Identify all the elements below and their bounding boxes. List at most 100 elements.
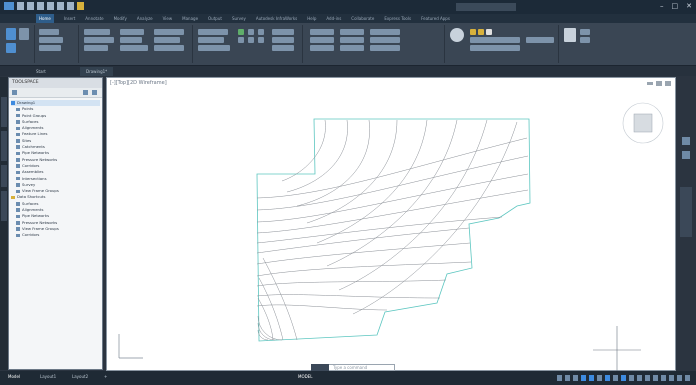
layer-on-icon[interactable] bbox=[470, 29, 476, 35]
polar-icon[interactable] bbox=[581, 375, 586, 381]
points-button[interactable] bbox=[39, 29, 59, 35]
snap-icon[interactable] bbox=[565, 375, 570, 381]
tab-help[interactable]: Help bbox=[307, 14, 316, 23]
pipe-network-button[interactable] bbox=[154, 45, 184, 51]
viewcube-face[interactable] bbox=[633, 113, 653, 133]
settings-tab[interactable] bbox=[1, 131, 7, 161]
new-icon[interactable] bbox=[17, 2, 24, 10]
feature-line-button[interactable] bbox=[84, 37, 114, 43]
view-dropdown-icon[interactable] bbox=[12, 90, 17, 95]
move-button[interactable] bbox=[272, 29, 294, 35]
arc-icon[interactable] bbox=[258, 29, 264, 35]
toolbox-tab[interactable] bbox=[1, 191, 7, 221]
palettes-button[interactable] bbox=[6, 43, 16, 53]
polyline-icon[interactable] bbox=[248, 37, 254, 43]
match-properties-button[interactable] bbox=[526, 37, 554, 43]
corridor-button[interactable] bbox=[120, 45, 148, 51]
cut-icon[interactable] bbox=[580, 29, 590, 35]
viewport-close-icon[interactable] bbox=[665, 81, 671, 86]
rotate-button[interactable] bbox=[272, 45, 294, 51]
refresh-icon[interactable] bbox=[83, 90, 88, 95]
fillet-button[interactable] bbox=[340, 29, 364, 35]
nav-bar-tools[interactable] bbox=[680, 187, 692, 237]
tab-addins[interactable]: Add-ins bbox=[326, 14, 341, 23]
layer-match-dropdown[interactable] bbox=[470, 45, 520, 51]
pan-icon[interactable] bbox=[682, 137, 690, 145]
copy-clip-icon[interactable] bbox=[580, 37, 590, 43]
tab-layout1[interactable]: Layout1 bbox=[40, 374, 56, 379]
customization-icon[interactable] bbox=[685, 375, 690, 381]
layer-dropdown[interactable] bbox=[470, 37, 520, 43]
otrack-icon[interactable] bbox=[597, 375, 602, 381]
tab-analyze[interactable]: Analyze bbox=[137, 14, 153, 23]
command-history-button[interactable] bbox=[311, 364, 329, 371]
parcel-button[interactable] bbox=[84, 29, 110, 35]
mirror-button[interactable] bbox=[310, 45, 334, 51]
close-icon[interactable]: ✕ bbox=[686, 2, 692, 10]
drawing-viewport[interactable] bbox=[106, 77, 676, 372]
model-space-button[interactable]: MODEL bbox=[298, 374, 312, 379]
lineweight-icon[interactable] bbox=[605, 375, 610, 381]
transparency-icon[interactable] bbox=[613, 375, 618, 381]
command-input[interactable]: Type a command bbox=[333, 365, 367, 370]
traverse-button[interactable] bbox=[39, 45, 61, 51]
add-layout-button[interactable]: + bbox=[104, 374, 107, 379]
quick-properties-icon[interactable] bbox=[653, 375, 658, 381]
annotation-scale-icon[interactable] bbox=[629, 375, 634, 381]
stretch-button[interactable] bbox=[340, 45, 364, 51]
prospector-tab[interactable] bbox=[1, 97, 7, 127]
doc-tab-start[interactable]: Start bbox=[30, 67, 52, 76]
tab-manage[interactable]: Manage bbox=[182, 14, 198, 23]
layer-state-button[interactable] bbox=[370, 37, 400, 43]
redo-icon[interactable] bbox=[57, 2, 64, 10]
osnap-icon[interactable] bbox=[589, 375, 594, 381]
minimize-icon[interactable]: – bbox=[660, 2, 664, 10]
save-icon[interactable] bbox=[37, 2, 44, 10]
profile-button[interactable] bbox=[120, 37, 142, 43]
viewport-minimize-icon[interactable] bbox=[647, 82, 653, 85]
tab-survey[interactable]: Survey bbox=[232, 14, 246, 23]
search-input[interactable] bbox=[456, 3, 516, 11]
section-views-button[interactable] bbox=[198, 45, 230, 51]
layer-lock-icon[interactable] bbox=[486, 29, 492, 35]
tab-express-tools[interactable]: Express Tools bbox=[384, 14, 411, 23]
tab-layout2[interactable]: Layout2 bbox=[72, 374, 88, 379]
toolspace-button[interactable] bbox=[6, 28, 16, 40]
tab-featured-apps[interactable]: Featured Apps bbox=[421, 14, 450, 23]
tab-model[interactable]: Model bbox=[8, 374, 20, 379]
tab-annotate[interactable]: Annotate bbox=[85, 14, 103, 23]
viewcube[interactable] bbox=[622, 102, 664, 144]
properties-button[interactable] bbox=[19, 28, 29, 40]
hardware-accel-icon[interactable] bbox=[669, 375, 674, 381]
grading-button[interactable] bbox=[84, 45, 108, 51]
selection-cycling-icon[interactable] bbox=[621, 375, 626, 381]
tree-item[interactable]: Corridors bbox=[11, 232, 100, 238]
assembly-button[interactable] bbox=[154, 37, 180, 43]
viewport-label[interactable]: [-][Top][2D Wireframe] bbox=[110, 80, 167, 86]
match-layer-button[interactable] bbox=[370, 45, 400, 51]
copy-button[interactable] bbox=[272, 37, 294, 43]
tab-modify[interactable]: Modify bbox=[114, 14, 127, 23]
tab-output[interactable]: Output bbox=[208, 14, 222, 23]
layer-freeze-icon[interactable] bbox=[478, 29, 484, 35]
survey-tab[interactable] bbox=[1, 165, 7, 187]
ortho-icon[interactable] bbox=[573, 375, 578, 381]
settings-icon[interactable] bbox=[92, 90, 97, 95]
hatch-icon[interactable] bbox=[258, 37, 264, 43]
tab-home[interactable]: Home bbox=[36, 14, 54, 23]
open-icon[interactable] bbox=[27, 2, 34, 10]
isolate-icon[interactable] bbox=[661, 375, 666, 381]
share-icon[interactable] bbox=[77, 2, 84, 10]
undo-icon[interactable] bbox=[47, 2, 54, 10]
layers-button[interactable] bbox=[370, 29, 400, 35]
line-icon[interactable] bbox=[248, 29, 254, 35]
tab-collaborate[interactable]: Collaborate bbox=[351, 14, 374, 23]
layer-properties-icon[interactable] bbox=[450, 28, 464, 42]
intersections-button[interactable] bbox=[154, 29, 184, 35]
print-icon[interactable] bbox=[67, 2, 74, 10]
array-button[interactable] bbox=[340, 37, 364, 43]
app-menu-icon[interactable] bbox=[4, 2, 14, 10]
tab-insert[interactable]: Insert bbox=[64, 14, 75, 23]
circle-icon[interactable] bbox=[238, 37, 244, 43]
extend-button[interactable] bbox=[310, 37, 334, 43]
